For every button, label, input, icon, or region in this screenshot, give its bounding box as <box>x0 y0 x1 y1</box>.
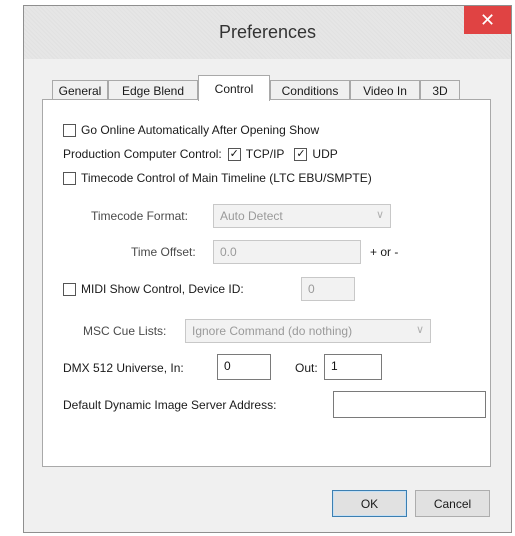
control-tab-panel: Go Online Automatically After Opening Sh… <box>42 99 491 467</box>
dmx-out-row: Out: <box>295 361 318 375</box>
msc-cue-lists-select[interactable]: Ignore Command (do nothing) ∨ <box>185 319 431 343</box>
preferences-dialog: Preferences ✕ General Edge Blend Control… <box>23 5 512 533</box>
udp-checkbox[interactable]: ✓ <box>294 147 308 161</box>
time-offset-suffix-row: + or - <box>370 245 398 259</box>
midi-checkbox[interactable] <box>63 282 76 296</box>
production-control-label: Production Computer Control: <box>63 147 222 161</box>
tab-general[interactable]: General <box>52 80 108 100</box>
dmx-in-label: DMX 512 Universe, In: <box>63 361 184 375</box>
time-offset-suffix: + or - <box>370 245 399 259</box>
image-server-input[interactable] <box>333 391 486 418</box>
go-online-row: Go Online Automatically After Opening Sh… <box>63 123 319 137</box>
timecode-format-select[interactable]: Auto Detect ∨ <box>213 204 391 228</box>
close-button[interactable]: ✕ <box>464 6 511 34</box>
dmx-row: DMX 512 Universe, In: <box>63 361 184 375</box>
timecode-format-value: Auto Detect <box>220 209 283 223</box>
dmx-out-input[interactable]: 1 <box>324 354 382 380</box>
time-offset-label: Time Offset: <box>131 245 196 259</box>
timecode-format-row: Timecode Format: <box>91 209 188 223</box>
msc-cue-lists-label: MSC Cue Lists: <box>83 324 167 338</box>
go-online-label: Go Online Automatically After Opening Sh… <box>81 123 320 137</box>
dmx-in-input[interactable]: 0 <box>217 354 271 380</box>
tab-conditions[interactable]: Conditions <box>270 80 350 100</box>
udp-label: UDP <box>312 147 338 161</box>
midi-row: MIDI Show Control, Device ID: <box>63 282 244 296</box>
tab-edge-blend[interactable]: Edge Blend <box>108 80 198 100</box>
close-icon: ✕ <box>479 9 496 30</box>
check-icon: ✓ <box>296 147 306 160</box>
time-offset-input[interactable]: 0.0 <box>213 240 361 264</box>
ok-button[interactable]: OK <box>332 490 407 517</box>
chevron-down-icon: ∨ <box>415 324 424 336</box>
dmx-out-label: Out: <box>295 361 318 375</box>
timecode-control-label: Timecode Control of Main Timeline (LTC E… <box>81 171 372 185</box>
title-bar[interactable]: Preferences ✕ <box>24 6 511 59</box>
tcp-ip-label: TCP/IP <box>245 147 285 161</box>
image-server-label: Default Dynamic Image Server Address: <box>63 398 277 412</box>
tab-3d[interactable]: 3D <box>420 80 460 100</box>
midi-device-id-input[interactable]: 0 <box>301 277 355 301</box>
msc-cue-lists-row: MSC Cue Lists: <box>83 324 166 338</box>
go-online-checkbox[interactable] <box>63 123 76 137</box>
chevron-down-icon: ∨ <box>375 209 384 221</box>
time-offset-row: Time Offset: <box>131 245 196 259</box>
production-control-row: Production Computer Control: ✓ TCP/IP ✓ … <box>63 147 338 161</box>
image-server-row: Default Dynamic Image Server Address: <box>63 398 276 412</box>
midi-label: MIDI Show Control, Device ID: <box>81 282 244 296</box>
tab-video-in[interactable]: Video In <box>350 80 420 100</box>
tcp-ip-checkbox[interactable]: ✓ <box>227 147 241 161</box>
check-icon: ✓ <box>229 147 239 160</box>
timecode-control-checkbox[interactable] <box>63 171 76 185</box>
timecode-control-row: Timecode Control of Main Timeline (LTC E… <box>63 171 372 185</box>
dialog-title: Preferences <box>218 22 317 42</box>
tab-control[interactable]: Control <box>198 75 270 101</box>
timecode-format-label: Timecode Format: <box>91 209 188 223</box>
cancel-button[interactable]: Cancel <box>415 490 490 517</box>
msc-cue-lists-value: Ignore Command (do nothing) <box>192 324 353 338</box>
